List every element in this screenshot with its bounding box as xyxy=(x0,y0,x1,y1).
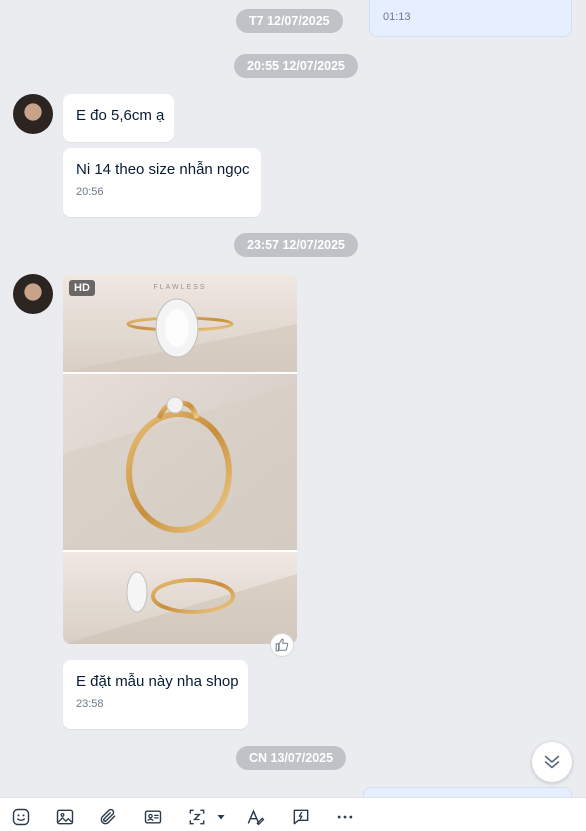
ring-photo-image xyxy=(63,274,297,644)
outgoing-message[interactable]: 01:13 xyxy=(369,0,572,37)
message-text: E đặt mẫu này nha shop xyxy=(76,673,239,690)
chevron-down-icon[interactable] xyxy=(210,806,232,828)
like-icon[interactable] xyxy=(270,633,294,657)
composer-toolbar xyxy=(0,797,586,831)
message-text: Ni 14 theo size nhẫn ngọc xyxy=(76,161,250,178)
date-stamp: 23:57 12/07/2025 xyxy=(234,233,359,257)
image-icon[interactable] xyxy=(54,806,76,828)
sticker-icon[interactable] xyxy=(10,806,32,828)
quick-message-icon[interactable] xyxy=(290,806,312,828)
more-icon[interactable] xyxy=(334,806,356,828)
outgoing-message[interactable] xyxy=(363,787,572,797)
screenshot-icon[interactable] xyxy=(186,806,208,828)
chat-area: 01:13 T7 12/07/2025 20:55 12/07/2025 E đ… xyxy=(0,0,586,797)
photo-brand-text: FLAWLESS xyxy=(153,284,207,291)
attachment-icon[interactable] xyxy=(97,806,119,828)
scroll-to-bottom-button[interactable] xyxy=(532,742,572,782)
message-time: 01:13 xyxy=(383,11,411,23)
message-text: E đo 5,6cm ạ xyxy=(76,107,165,124)
double-chevron-down-icon xyxy=(544,755,560,769)
ring-photo[interactable]: HD FLAWLESS xyxy=(63,274,297,644)
incoming-message[interactable]: E đo 5,6cm ạ xyxy=(63,94,174,142)
incoming-message[interactable]: Ni 14 theo size nhẫn ngọc 20:56 xyxy=(63,148,261,217)
date-stamp: 20:55 12/07/2025 xyxy=(234,54,359,78)
contact-card-icon[interactable] xyxy=(142,806,164,828)
incoming-message[interactable]: E đặt mẫu này nha shop 23:58 xyxy=(63,660,248,729)
date-stamp: CN 13/07/2025 xyxy=(236,746,347,770)
avatar[interactable] xyxy=(13,274,53,314)
message-time: 23:58 xyxy=(76,698,104,710)
avatar[interactable] xyxy=(13,94,53,134)
format-text-icon[interactable] xyxy=(245,806,267,828)
message-time: 20:56 xyxy=(76,186,104,198)
date-stamp: T7 12/07/2025 xyxy=(236,9,343,33)
